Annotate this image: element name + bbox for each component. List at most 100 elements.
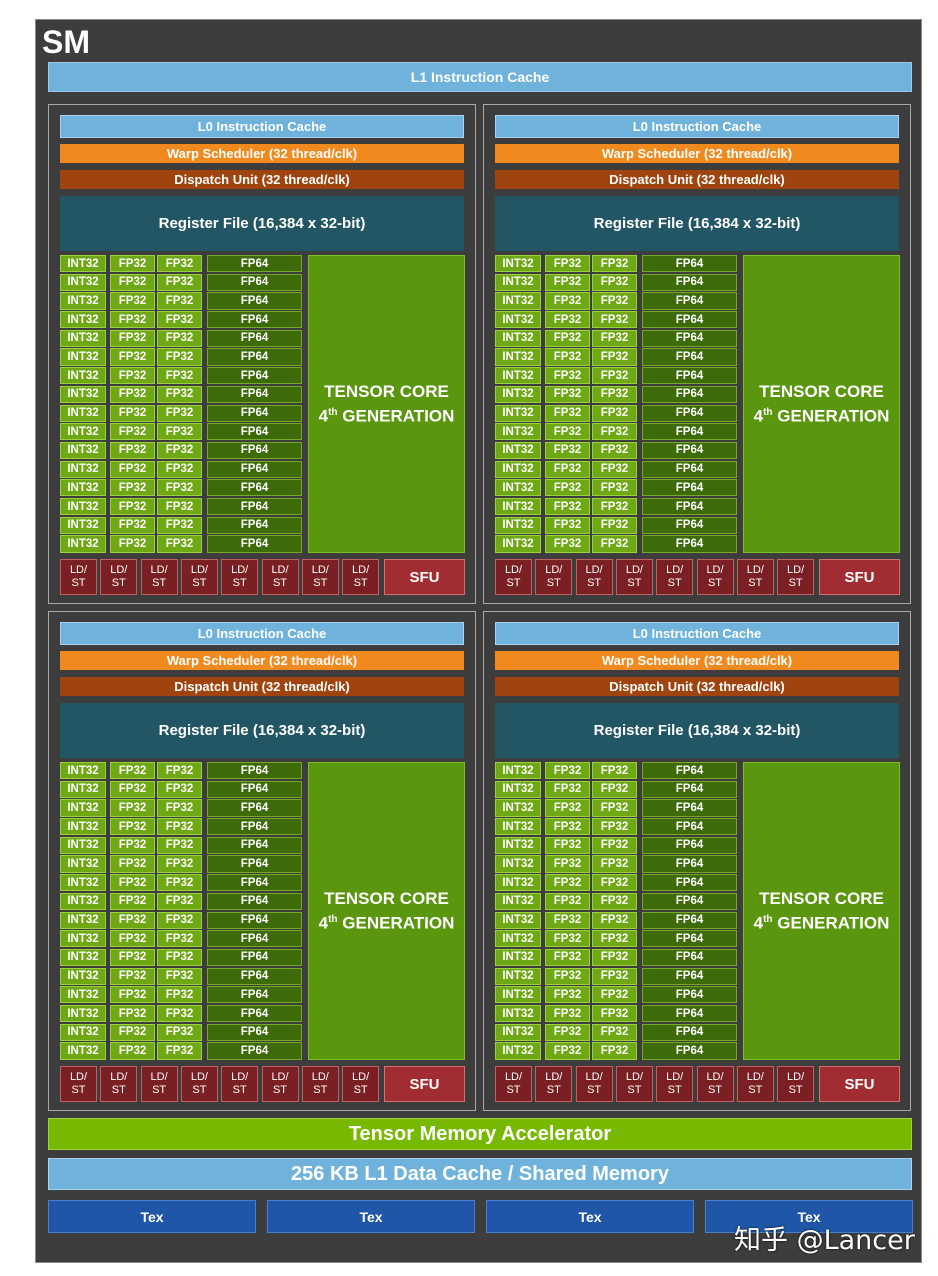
fp64-core: FP64 (642, 1004, 737, 1023)
ldst-label-bottom: ST (587, 577, 602, 589)
fp32-core: FP32 (592, 441, 637, 460)
fp64-core: FP64 (642, 799, 737, 817)
ldst-label-top: LD/ (625, 564, 643, 576)
fp64-core: FP64 (207, 930, 302, 948)
fp64-core: FP64 (642, 874, 737, 892)
fp64-core: FP64 (207, 479, 302, 497)
fp32-core: FP32 (110, 460, 155, 478)
ldst-label-bottom: ST (152, 577, 167, 589)
fp64-core: FP64 (642, 967, 737, 985)
int32-core: INT32 (495, 329, 541, 347)
fp32-column: FP32 FP32 FP32 FP32 FP32 FP32 FP32 FP32 FP32 FP32… (545, 255, 637, 553)
int32-core: INT32 (495, 762, 541, 780)
int32-core: INT32 (495, 441, 541, 460)
ldst-label-top: LD/ (150, 564, 168, 576)
ldst-sfu-row: LD/ST LD/ST LD/ST LD/ST LD/ST LD/ST LD/ST LD/ST… (495, 559, 900, 595)
int32-core: INT32 (495, 1004, 541, 1023)
ldst-unit: LD/ST (60, 559, 97, 595)
generation-label: GENERATION (337, 913, 455, 933)
watermark: 知乎 @Lancer (734, 1225, 915, 1256)
ldst-unit: LD/ST (221, 1066, 259, 1102)
fp32-core: FP32 (545, 385, 590, 403)
int32-core: INT32 (60, 535, 106, 553)
sm-title: SM (42, 24, 90, 60)
int32-core: INT32 (495, 967, 541, 985)
fp32-core: FP32 (592, 874, 637, 892)
ldst-label-top: LD/ (150, 1071, 168, 1083)
fp64-core: FP64 (642, 516, 737, 534)
int32-core: INT32 (495, 460, 541, 478)
fp64-core: FP64 (207, 292, 302, 310)
int32-core: INT32 (495, 404, 541, 422)
fp32-core: FP32 (592, 273, 637, 291)
tensor-core-generation: 4th GENERATION (309, 909, 464, 934)
int32-core: INT32 (495, 423, 541, 441)
tensor-core: TENSOR CORE 4th GENERATION (743, 255, 900, 553)
fp32-core: FP32 (157, 948, 202, 967)
fp64-core: FP64 (207, 460, 302, 478)
fp64-core: FP64 (642, 255, 737, 273)
fp32-core: FP32 (110, 497, 155, 516)
fp32-core: FP32 (157, 367, 202, 385)
fp32-core: FP32 (592, 799, 637, 817)
tensor-core: TENSOR CORE 4th GENERATION (308, 762, 465, 1060)
core-array: INT32 INT32 INT32 INT32 INT32 INT32 INT32 INT32… (60, 255, 303, 553)
fp32-core: FP32 (545, 799, 590, 817)
fp32-core: FP32 (545, 948, 590, 967)
int32-core: INT32 (60, 1042, 106, 1060)
fp64-core: FP64 (642, 497, 737, 516)
fp64-core: FP64 (207, 423, 302, 441)
ldst-label-bottom: ST (111, 577, 126, 589)
int32-core: INT32 (495, 367, 541, 385)
fp32-core: FP32 (592, 255, 637, 273)
fp32-core: FP32 (545, 892, 590, 910)
fp32-core: FP32 (592, 855, 637, 873)
fp32-core: FP32 (110, 967, 155, 985)
int32-core: INT32 (495, 292, 541, 310)
core-array: INT32 INT32 INT32 INT32 INT32 INT32 INT32 INT32… (495, 255, 738, 553)
fp32-core: FP32 (592, 892, 637, 910)
fp32-core: FP32 (592, 404, 637, 422)
l1-instruction-cache: L1 Instruction Cache (48, 62, 912, 92)
int32-core: INT32 (495, 930, 541, 948)
fp32-core: FP32 (157, 497, 202, 516)
ldst-unit: LD/ST (301, 559, 339, 595)
fp32-core: FP32 (110, 780, 155, 798)
tensor-core-title: TENSOR CORE (759, 889, 884, 909)
ldst-label-top: LD/ (585, 1071, 603, 1083)
int32-core: INT32 (495, 836, 541, 854)
fp32-core: FP32 (110, 911, 155, 929)
int32-core: INT32 (60, 892, 106, 910)
int32-core: INT32 (60, 855, 106, 873)
fp32-core: FP32 (157, 329, 202, 347)
fp32-core: FP32 (545, 479, 590, 497)
tensor-core-generation: 4th GENERATION (744, 909, 899, 934)
fp64-core: FP64 (207, 348, 302, 366)
ldst-label-bottom: ST (667, 1084, 682, 1096)
ldst-label-top: LD/ (625, 1071, 643, 1083)
ldst-unit: LD/ST (342, 559, 380, 595)
int32-core: INT32 (495, 497, 541, 516)
fp32-core: FP32 (110, 311, 155, 329)
fp32-core: FP32 (592, 986, 637, 1004)
ldst-unit: LD/ST (261, 559, 299, 595)
int32-core: INT32 (60, 780, 106, 798)
ldst-label-bottom: ST (788, 1084, 803, 1096)
ldst-label-bottom: ST (748, 1084, 763, 1096)
int32-core: INT32 (495, 1042, 541, 1060)
ldst-unit: LD/ST (495, 1066, 532, 1102)
tensor-core-generation: 4th GENERATION (309, 402, 464, 427)
fp64-core: FP64 (642, 292, 737, 310)
fp32-core: FP32 (592, 948, 637, 967)
fp32-core: FP32 (592, 348, 637, 366)
ldst-unit: LD/ST (60, 1066, 97, 1102)
tensor-core-generation: 4th GENERATION (744, 402, 899, 427)
fp32-core: FP32 (545, 836, 590, 854)
ldst-label-bottom: ST (667, 577, 682, 589)
int32-core: INT32 (495, 818, 541, 836)
fp64-core: FP64 (642, 311, 737, 329)
ldst-label-bottom: ST (313, 577, 328, 589)
fp64-core: FP64 (207, 497, 302, 516)
fp32-core: FP32 (110, 762, 155, 780)
int32-core: INT32 (60, 441, 106, 460)
